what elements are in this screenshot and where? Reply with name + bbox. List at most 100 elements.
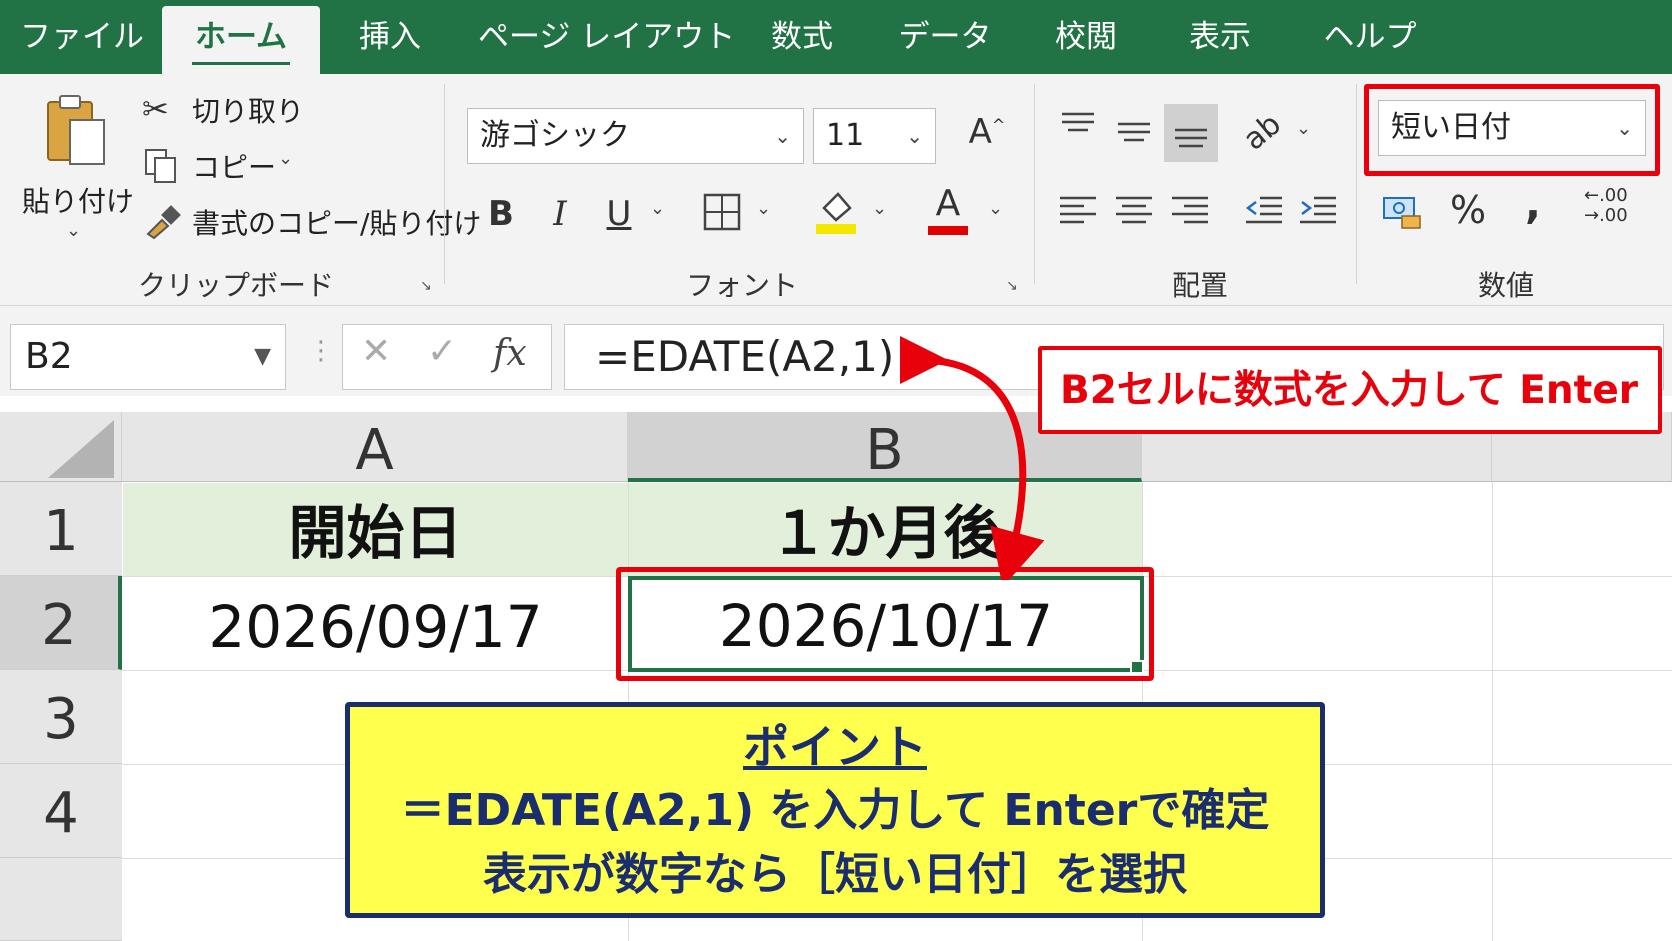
align-left-icon[interactable] (1058, 192, 1098, 230)
align-center-icon[interactable] (1114, 192, 1154, 230)
row-header-3[interactable]: 3 (0, 670, 122, 764)
font-group-label: フォント (686, 269, 799, 302)
cancel-icon[interactable]: ✕ (361, 331, 391, 372)
underline-button[interactable]: U (602, 190, 636, 238)
number-format-dropdown-icon: ⌄ (1616, 116, 1633, 140)
number-group-label: 数値 (1478, 269, 1535, 302)
font-launcher-icon[interactable]: ↘ (1006, 278, 1022, 294)
cut-button[interactable]: ✂ 切り取り (142, 88, 305, 130)
cell-b1[interactable]: １か月後 (629, 483, 1142, 576)
underline-dropdown-icon[interactable]: ⌄ (650, 198, 665, 219)
percent-style-button[interactable]: % (1446, 186, 1490, 234)
decrease-indent-icon[interactable] (1244, 192, 1284, 230)
tab-home-label: ホーム (194, 19, 288, 55)
fill-color-icon[interactable] (814, 186, 858, 236)
format-painter-icon (146, 205, 181, 240)
bold-button[interactable]: B (484, 190, 518, 238)
tab-page-layout[interactable]: ページ レイアウト (478, 0, 735, 74)
font-family-value: 游ゴシック (480, 118, 630, 153)
instruction-callout: B2セルに数式を入力して Enter (1038, 346, 1662, 434)
column-header-a[interactable]: A (122, 412, 628, 483)
fill-color-dropdown-icon[interactable]: ⌄ (872, 198, 887, 219)
group-divider (1356, 84, 1357, 284)
row-header-2[interactable]: 2 (0, 576, 122, 670)
insert-function-button[interactable]: fx (493, 333, 527, 374)
font-color-dropdown-icon[interactable]: ⌄ (988, 198, 1003, 219)
font-size-dropdown-icon: ⌄ (906, 124, 923, 148)
tab-data[interactable]: データ (890, 0, 1000, 74)
point-title-wrap: ポイント (350, 719, 1320, 775)
font-family-dropdown-icon: ⌄ (774, 124, 791, 148)
copy-label: コピー (192, 151, 277, 184)
clipboard-group-label: クリップボード (138, 269, 335, 302)
number-format-value: 短い日付 (1391, 110, 1511, 145)
gridline (1492, 482, 1493, 941)
orientation-icon[interactable]: ab (1234, 105, 1293, 164)
number-format-select[interactable]: 短い日付 ⌄ (1378, 100, 1646, 156)
paste-dropdown-icon[interactable]: ⌄ (66, 220, 81, 241)
point-box: ポイント ＝EDATE(A2,1) を入力して Enterで確定 表示が数字なら… (345, 702, 1325, 918)
cell-a2[interactable]: 2026/09/17 (123, 577, 628, 670)
point-line-2: 表示が数字なら［短い日付］を選択 (483, 849, 1187, 900)
increase-decimal-icon[interactable]: ←.00 →.00 (1584, 186, 1634, 230)
font-family-select[interactable]: 游ゴシック ⌄ (467, 108, 804, 164)
accounting-format-icon[interactable] (1382, 192, 1422, 232)
italic-button[interactable]: I (543, 190, 577, 238)
ribbon-home: 貼り付け ⌄ ✂ 切り取り コピー ⌄ 書式のコピー/貼り付け クリップボード … (0, 74, 1672, 306)
point-title: ポイント (743, 720, 927, 774)
scissors-icon: ✂ (142, 90, 169, 128)
name-box[interactable]: B2 ▼ (10, 324, 286, 390)
borders-icon[interactable] (702, 192, 742, 232)
paste-label: 貼り付け (22, 185, 135, 218)
tab-help[interactable]: ヘルプ (1310, 0, 1430, 74)
align-bottom-icon (1175, 128, 1207, 148)
tab-formulas[interactable]: 数式 (752, 0, 852, 74)
name-box-dropdown-icon: ▼ (254, 344, 271, 369)
point-line-1: ＝EDATE(A2,1) を入力して Enterで確定 (400, 785, 1270, 836)
font-color-swatch (928, 226, 968, 235)
grow-font-button[interactable]: A^ (962, 112, 1012, 162)
formula-buttons: ✕ ✓ fx (342, 324, 552, 390)
align-bottom-button[interactable] (1164, 104, 1218, 162)
font-color-icon: A (935, 183, 961, 224)
tab-insert[interactable]: 挿入 (340, 0, 440, 74)
tab-review[interactable]: 校閲 (1036, 0, 1136, 74)
tab-file[interactable]: ファイル (20, 0, 144, 74)
cell-a1[interactable]: 開始日 (123, 483, 628, 576)
align-top-icon[interactable] (1058, 110, 1098, 144)
active-tab-underline (192, 62, 290, 65)
comma-style-button[interactable]: , (1518, 180, 1548, 228)
format-painter-button[interactable]: 書式のコピー/貼り付け (142, 200, 481, 242)
select-all-button[interactable] (0, 412, 122, 482)
clipboard-launcher-icon[interactable]: ↘ (420, 278, 436, 294)
tab-view[interactable]: 表示 (1170, 0, 1270, 74)
row-header-5[interactable] (0, 858, 122, 941)
ribbon-tab-bar: ファイル ホーム 挿入 ページ レイアウト 数式 データ 校閲 表示 ヘルプ (0, 0, 1672, 74)
alignment-group-label: 配置 (1172, 269, 1229, 302)
align-right-icon[interactable] (1170, 192, 1210, 230)
font-color-button[interactable]: A (926, 182, 970, 235)
grow-font-icon: A (968, 112, 992, 152)
increase-indent-icon[interactable] (1298, 192, 1338, 230)
copy-button[interactable]: コピー ⌄ (142, 144, 302, 186)
cell-b2[interactable]: 2026/10/17 (628, 576, 1144, 672)
enter-check-icon[interactable]: ✓ (427, 331, 457, 372)
row-header-4[interactable]: 4 (0, 764, 122, 858)
cut-label: 切り取り (192, 95, 305, 128)
tab-home[interactable]: ホーム (162, 6, 320, 74)
copy-dropdown-icon[interactable]: ⌄ (278, 148, 293, 169)
formula-arrow-icon (900, 331, 1045, 580)
borders-dropdown-icon[interactable]: ⌄ (756, 198, 771, 219)
row-header-1[interactable]: 1 (0, 482, 122, 576)
font-size-select[interactable]: 11 ⌄ (813, 108, 936, 164)
instruction-callout-text: B2セルに数式を入力して Enter (1060, 368, 1639, 413)
paste-button[interactable]: 貼り付け ⌄ (20, 84, 134, 264)
align-middle-icon[interactable] (1114, 114, 1154, 148)
orientation-dropdown-icon[interactable]: ⌄ (1296, 118, 1311, 139)
format-painter-label: 書式のコピー/貼り付け (192, 207, 482, 240)
select-all-triangle-icon (48, 420, 114, 478)
font-size-value: 11 (826, 118, 865, 153)
formula-text: =EDATE(A2,1) (595, 332, 895, 381)
fill-handle[interactable] (1130, 660, 1144, 674)
copy-icon (145, 149, 176, 183)
